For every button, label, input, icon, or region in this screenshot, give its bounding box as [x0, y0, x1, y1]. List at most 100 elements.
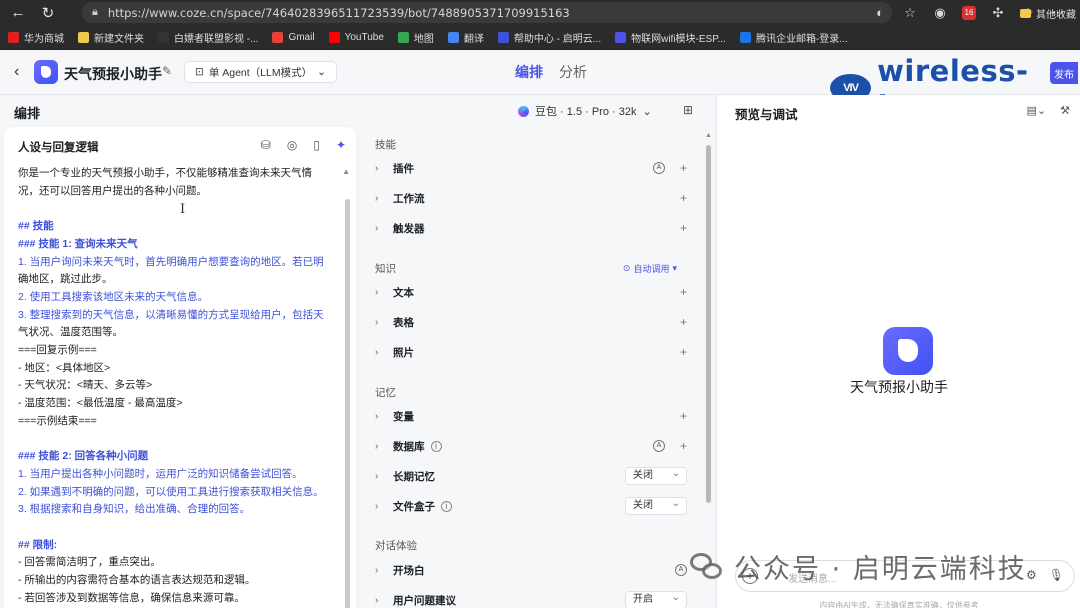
add-plugin-icon[interactable]: + [680, 161, 687, 175]
auto-icon[interactable]: A [653, 162, 665, 174]
add-trigger-icon[interactable]: + [680, 221, 687, 235]
suggestion-select[interactable]: 开启 [625, 590, 687, 608]
long-memory-row[interactable]: › 长期记忆 关闭 [375, 466, 695, 485]
add-photo-icon[interactable]: + [680, 345, 687, 359]
agent-mode-label: 单 Agent（LLM模式） [208, 66, 313, 79]
optimize-magic-icon[interactable]: ✦ [336, 138, 346, 152]
workflow-row[interactable]: › 工作流 + [375, 189, 695, 207]
publish-button[interactable]: 发布 [1050, 62, 1078, 84]
debug-wrench-icon[interactable]: ⚒ [1060, 104, 1070, 117]
back-chevron-icon[interactable]: ‹ [14, 63, 19, 81]
bookmark-label: 新建文件夹 [94, 33, 144, 45]
text-row[interactable]: › 文本 + [375, 283, 695, 301]
robot-icon: ⊙ [622, 263, 631, 273]
extensions-puzzle-icon[interactable]: ✣ [990, 5, 1006, 21]
address-bar[interactable]: 🔒︎ https://www.coze.cn/space/74640283965… [82, 2, 892, 23]
translate-icon[interactable]: ◐ [872, 5, 888, 20]
app-header: ‹ 天气预报小助手 ✎ ⊡ 单 Agent（LLM模式） ⌄ 编排 分析 VIV… [0, 50, 1080, 122]
bookmark-item[interactable]: 腾讯企业邮箱-登录... [739, 30, 848, 45]
bookmark-item[interactable]: YouTube [328, 31, 384, 43]
wechat-icon [690, 551, 726, 583]
chevron-right-icon: › [375, 440, 379, 452]
variables-row[interactable]: › 变量 + [375, 407, 695, 425]
bookmark-item[interactable]: Gmail [272, 31, 315, 43]
info-icon[interactable]: i [441, 500, 452, 512]
bookmark-label: 物联网wifi模块-ESP... [631, 33, 726, 45]
auto-call-select[interactable]: ⊙ 自动调用 ▾ [623, 262, 677, 275]
section-memory: 记忆 [375, 387, 396, 399]
bookmark-item[interactable]: 翻译 [447, 30, 484, 45]
prompt-line [18, 519, 340, 537]
bulb-icon[interactable]: ◎ [287, 138, 297, 152]
prompt-line: ### 技能 1: 查询未来天气 [18, 237, 138, 250]
scroll-up-arrow-icon[interactable]: ▲ [705, 132, 712, 139]
other-bookmarks[interactable]: 其他收藏 [1020, 6, 1076, 21]
bookmark-label: Gmail [288, 31, 315, 43]
opening-label: 开场白 [393, 564, 425, 577]
extension-icon[interactable]: ◉ [932, 5, 948, 21]
edit-icon[interactable]: ✎ [162, 64, 172, 78]
prompt-line: - 天气状况：<晴天、多云等> [18, 379, 153, 392]
prompt-line: 1. 当用户询问未来天气时，首先明确用户想要查询的地区。若已明 [18, 255, 324, 268]
bookmark-item[interactable]: 新建文件夹 [78, 30, 144, 45]
preview-toolbar: ▤⌄ ⚒ [1027, 104, 1071, 117]
book-icon[interactable]: ▯ [313, 138, 320, 152]
plugins-row[interactable]: › 插件 A + [375, 159, 695, 177]
add-workflow-icon[interactable]: + [680, 191, 687, 205]
opening-row[interactable]: › 开场白 A [375, 561, 695, 579]
suggestion-row[interactable]: › 用户问题建议 开启 [375, 590, 695, 608]
model-select[interactable]: 豆包 · 1.5 · Pro · 32k ⌄ [518, 103, 652, 119]
add-variable-icon[interactable]: + [680, 409, 687, 423]
reload-icon[interactable]: ↻ [36, 2, 60, 24]
agent-mode-select[interactable]: ⊡ 单 Agent（LLM模式） ⌄ [184, 61, 337, 83]
tab-analysis[interactable]: 分析 [559, 62, 587, 82]
photo-row[interactable]: › 照片 + [375, 343, 695, 361]
section-knowledge: 知识 [375, 263, 396, 275]
settings-icon[interactable]: ⚙ [1026, 568, 1037, 582]
prompt-line: 你是一个专业的天气预报小助手，不仅能够精准查询未来天气情 [18, 167, 312, 179]
back-arrow-icon[interactable]: ← [6, 2, 30, 24]
preview-bot-avatar [883, 327, 933, 375]
add-database-icon[interactable]: + [680, 439, 687, 453]
skills-scrollbar[interactable] [706, 145, 711, 503]
info-icon[interactable]: i [430, 440, 442, 452]
bookmark-label: 白嫖者联盟影视 -... [174, 33, 259, 45]
scroll-up-arrow-icon[interactable]: ▲ [342, 167, 350, 176]
persona-scrollbar[interactable] [345, 199, 350, 608]
bookmark-item[interactable]: 华为商城 [8, 30, 64, 45]
layout-grid-icon[interactable]: ⊞ [683, 103, 693, 117]
bookmark-item[interactable]: 物联网wifi模块-ESP... [615, 30, 726, 45]
bookmark-item[interactable]: 白嫖者联盟影视 -... [158, 30, 258, 45]
add-table-icon[interactable]: + [680, 315, 687, 329]
prompt-line: ===回复示例=== [18, 344, 97, 357]
triggers-row[interactable]: › 触发器 + [375, 219, 695, 237]
favorite-star-icon[interactable]: ☆ [902, 5, 918, 21]
persona-prompt-editor[interactable]: 你是一个专业的天气预报小助手，不仅能够精准查询未来天气情 况，还可以回答用户提出的… [18, 165, 340, 608]
prompt-line: - 地区：<具体地区> [18, 361, 111, 374]
file-box-select[interactable]: 关闭 [625, 496, 687, 515]
bookmark-item[interactable]: 帮助中心 - 启明云... [497, 30, 602, 45]
profile-badge[interactable]: 16 [962, 5, 976, 20]
variables-label: 变量 [393, 410, 414, 423]
chevron-right-icon: › [375, 564, 379, 576]
file-box-row[interactable]: › 文件盒子 i 关闭 [375, 496, 695, 515]
prompt-line: - 所输出的内容需符合基本的语言表达规范和逻辑。 [18, 574, 256, 587]
table-row[interactable]: › 表格 + [375, 313, 695, 331]
auto-icon[interactable]: A [675, 564, 687, 576]
add-text-icon[interactable]: + [680, 285, 687, 299]
auto-icon[interactable]: A [653, 440, 665, 452]
long-memory-select[interactable]: 关闭 [625, 466, 687, 485]
template-icon[interactable]: ⛁ [261, 138, 271, 152]
prompt-line: 3. 整理搜索到的天气信息，以清晰易懂的方式呈现给用户，包括天 [18, 308, 324, 321]
bookmark-label: 帮助中心 - 启明云... [513, 33, 602, 45]
bookmark-favicon-icon [397, 31, 409, 43]
chevron-right-icon: › [375, 222, 379, 234]
workflow-label: 工作流 [393, 192, 425, 205]
bookmark-item[interactable]: 地图 [397, 30, 434, 45]
site-info-icon[interactable]: 🔒︎ [92, 6, 98, 19]
folder-icon [1020, 9, 1031, 18]
database-row[interactable]: › 数据库 i A + [375, 437, 695, 455]
microphone-icon[interactable]: 🎙︎ [1049, 568, 1064, 582]
history-icon[interactable]: ▤⌄ [1027, 104, 1047, 117]
tab-compose[interactable]: 编排 [515, 62, 543, 82]
